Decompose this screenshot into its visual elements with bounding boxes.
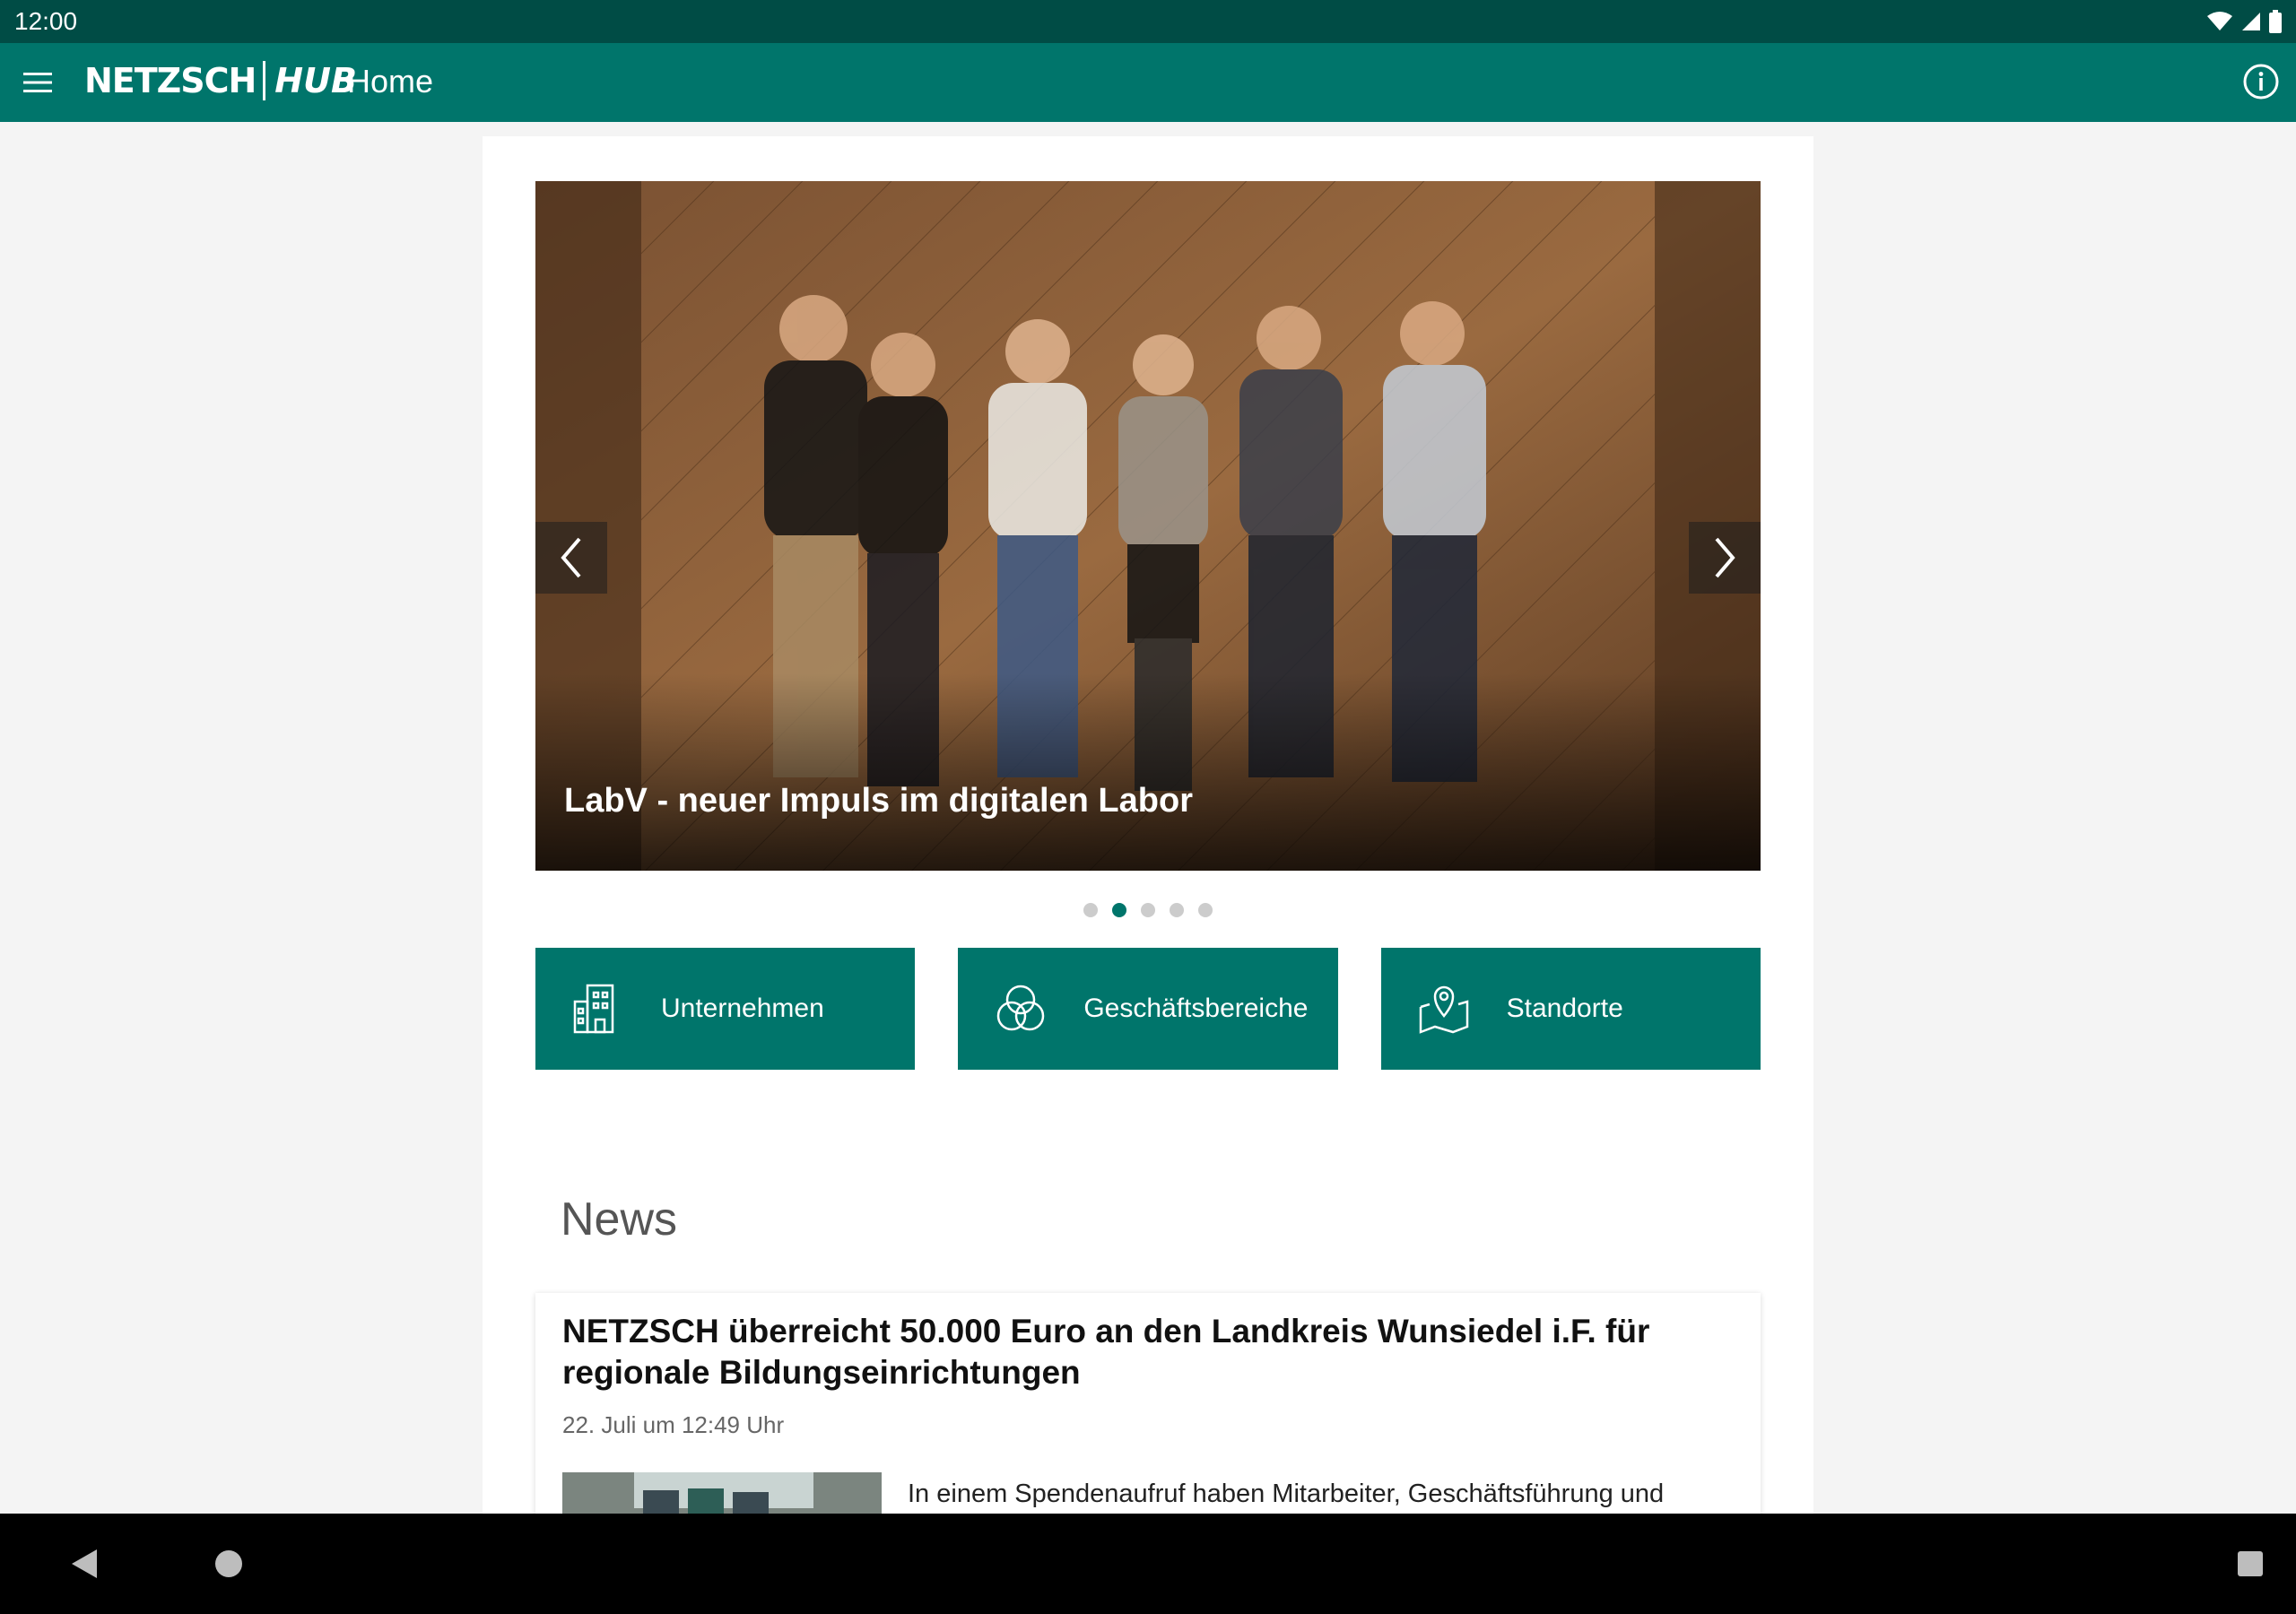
hamburger-menu-icon bbox=[23, 73, 52, 92]
carousel-dot[interactable] bbox=[1170, 903, 1184, 917]
carousel-dot[interactable] bbox=[1141, 903, 1155, 917]
back-icon[interactable] bbox=[70, 1548, 99, 1580]
status-time: 12:00 bbox=[14, 7, 78, 35]
info-button[interactable] bbox=[2242, 63, 2280, 100]
news-excerpt: In einem Spendenaufruf haben Mitarbeiter… bbox=[908, 1480, 1665, 1508]
home-icon[interactable] bbox=[215, 1550, 242, 1577]
carousel-dot[interactable] bbox=[1083, 903, 1098, 917]
news-heading: News bbox=[561, 1193, 678, 1245]
news-item[interactable]: NETZSCH überreicht 50.000 Euro an den La… bbox=[535, 1293, 1761, 1514]
tile-standorte[interactable]: Standorte bbox=[1380, 948, 1761, 1070]
carousel-caption[interactable]: LabV - neuer Impuls im digitalen Labor bbox=[564, 782, 1193, 820]
hero-carousel[interactable]: LabV - neuer Impuls im digitalen Labor bbox=[535, 181, 1761, 871]
system-navigation-bar bbox=[0, 1514, 2296, 1614]
signal-icon bbox=[2242, 13, 2260, 30]
app-bar: NETZSCH HUB Home bbox=[0, 43, 2296, 122]
status-bar: 12:00 bbox=[0, 0, 2296, 43]
carousel-prev-button[interactable] bbox=[535, 522, 607, 594]
tile-label: Geschäftsbereiche bbox=[1083, 994, 1309, 1023]
chevron-right-icon bbox=[1715, 537, 1735, 578]
news-thumbnail[interactable] bbox=[562, 1472, 882, 1514]
chevron-left-icon bbox=[561, 537, 581, 578]
tile-label: Standorte bbox=[1506, 994, 1623, 1023]
caption-gradient bbox=[535, 673, 1761, 871]
logo-hub-text: HUB bbox=[274, 61, 357, 100]
carousel-pagination bbox=[483, 903, 1813, 917]
netzsch-hub-logo: NETZSCH HUB bbox=[84, 54, 357, 108]
carousel-dot[interactable] bbox=[1198, 903, 1213, 917]
recents-icon[interactable] bbox=[2238, 1551, 2263, 1576]
info-icon bbox=[2243, 64, 2279, 100]
main-content: LabV - neuer Impuls im digitalen Labor U… bbox=[483, 136, 1813, 1514]
logo-divider bbox=[263, 61, 266, 100]
carousel-next-button[interactable] bbox=[1689, 522, 1761, 594]
tile-unternehmen[interactable]: Unternehmen bbox=[535, 948, 916, 1070]
tile-geschaeftsbereiche[interactable]: Geschäftsbereiche bbox=[958, 948, 1338, 1070]
logo-netzsch-text: NETZSCH bbox=[84, 61, 257, 100]
carousel-dot-active[interactable] bbox=[1112, 903, 1126, 917]
quick-links: Unternehmen Geschäftsbereiche Standorte bbox=[535, 948, 1761, 1070]
battery-icon bbox=[2269, 10, 2282, 33]
wifi-icon bbox=[2207, 12, 2232, 30]
status-icons bbox=[2206, 9, 2282, 34]
map-pin-icon bbox=[1419, 985, 1468, 1034]
news-title[interactable]: NETZSCH überreicht 50.000 Euro an den La… bbox=[562, 1311, 1728, 1393]
tile-label: Unternehmen bbox=[661, 994, 824, 1023]
venn-circles-icon bbox=[997, 985, 1045, 1031]
news-date: 22. Juli um 12:49 Uhr bbox=[562, 1411, 785, 1438]
menu-button[interactable] bbox=[20, 65, 56, 100]
page-title: Home bbox=[347, 63, 434, 100]
building-icon bbox=[573, 984, 614, 1034]
